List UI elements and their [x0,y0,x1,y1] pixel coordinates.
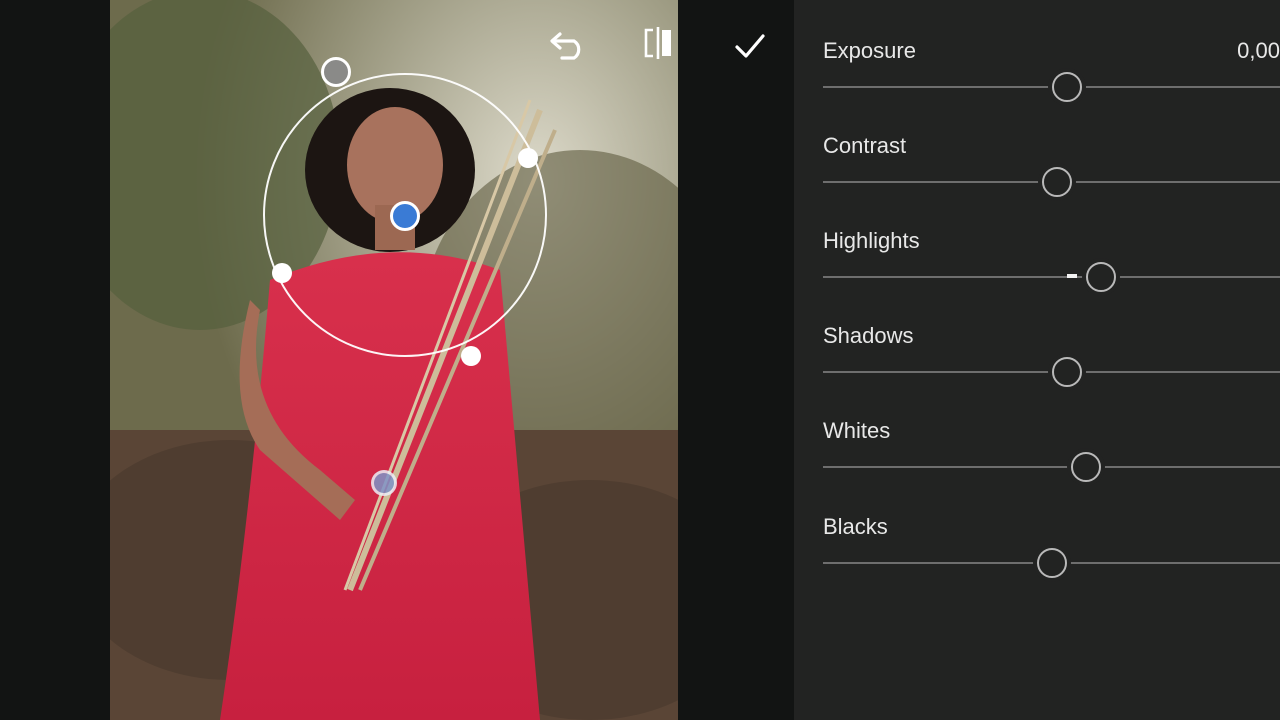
left-gutter [0,0,110,720]
undo-icon[interactable] [548,26,594,64]
mask-rotation-handle[interactable] [321,57,351,87]
slider-thumb[interactable] [1037,548,1068,578]
blacks-slider[interactable]: Blacks [823,514,1280,594]
photo-illustration [110,0,678,720]
slider-value: 0,00 [1237,38,1280,63]
photo-canvas[interactable] [110,0,678,720]
slider-label: Contrast [823,133,907,158]
toolbar-strip [678,0,794,720]
slider-label: Exposure [823,38,916,63]
contrast-slider[interactable]: Contrast [823,133,1280,213]
default-value-tick [1067,274,1077,278]
check-icon[interactable] [732,28,768,64]
slider-label: Shadows [823,323,914,348]
whites-slider[interactable]: Whites [823,418,1280,498]
compare-icon[interactable] [642,26,678,64]
slider-track[interactable] [823,276,1280,278]
slider-thumb[interactable] [1085,262,1116,292]
slider-thumb[interactable] [1041,167,1072,197]
exposure-slider[interactable]: Exposure 0,00 [823,38,1280,118]
slider-thumb[interactable] [1052,357,1083,387]
slider-thumb[interactable] [1071,452,1102,482]
slider-label: Blacks [823,514,888,539]
slider-track[interactable] [823,466,1280,468]
mask-resize-handle-right[interactable] [518,148,538,168]
mask-resize-handle-bottom[interactable] [461,346,481,366]
highlights-slider[interactable]: Highlights [823,228,1280,308]
slider-label: Whites [823,418,891,443]
slider-thumb[interactable] [1052,72,1083,102]
slider-label: Highlights [823,228,920,253]
mask-pin-active[interactable] [390,201,420,231]
mask-resize-handle-left[interactable] [272,263,292,283]
mask-pin-inactive[interactable] [371,470,397,496]
shadows-slider[interactable]: Shadows [823,323,1280,403]
